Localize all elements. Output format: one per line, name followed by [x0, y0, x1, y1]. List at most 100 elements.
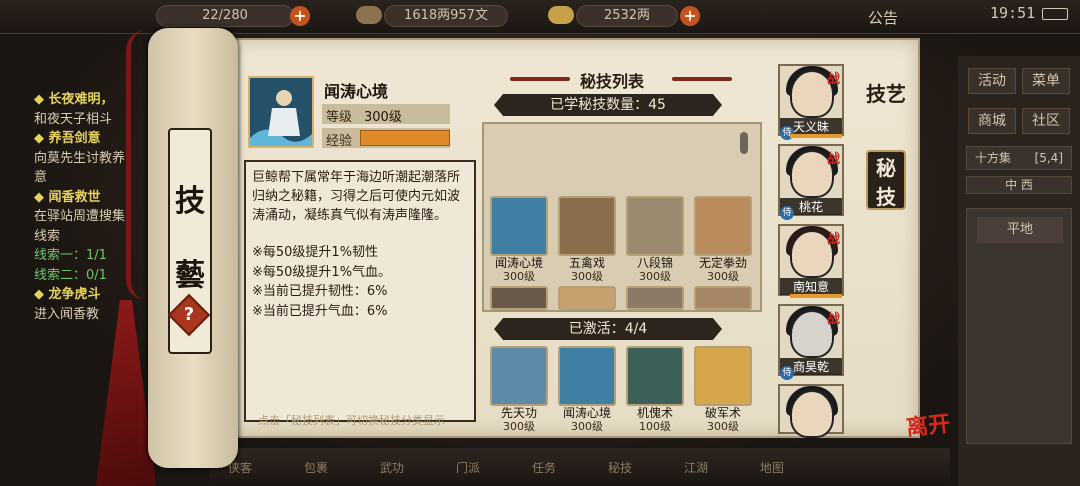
stamina-display: 22/280 [156, 5, 294, 27]
skill-card[interactable]: 八段锦 300级 [624, 196, 686, 283]
character-name: 南知意 [780, 278, 842, 295]
exp-bar [360, 130, 450, 146]
bottom-item[interactable]: 门派 [442, 452, 494, 484]
stamina-value: 22/280 [202, 8, 248, 23]
location-coord: [5,4] [1034, 151, 1063, 165]
secret-list-title[interactable]: 秘技列表 [580, 68, 644, 92]
quest-line: 进入闻香教 [34, 306, 100, 322]
battle-tag: 战 [826, 312, 840, 327]
leave-button[interactable]: 离开 [904, 406, 951, 442]
copper-coin-icon [356, 6, 382, 24]
bonus-line: ※当前已提升气血：6% [252, 303, 388, 319]
active-skill-card[interactable]: 机傀术 100级 [624, 346, 686, 433]
skill-portrait [248, 76, 314, 148]
terrain-label: 平地 [977, 217, 1063, 243]
rank-badge-icon: 侍 [780, 366, 794, 380]
clock: 19:51 [990, 4, 1036, 22]
skill-card-image [490, 346, 548, 406]
title-decoration-left [510, 77, 570, 81]
active-skill-card[interactable]: 闻涛心境 300级 [556, 346, 618, 433]
active-skill-card[interactable]: 先天功 300级 [488, 346, 550, 433]
bottom-item[interactable]: 武功 [366, 452, 418, 484]
skill-card-level: 300级 [639, 270, 671, 283]
skill-card-image [490, 196, 548, 256]
activity-button[interactable]: 活动 [968, 68, 1016, 94]
skill-card-level: 100级 [639, 420, 671, 433]
silver-ingot-icon [548, 6, 574, 24]
skill-card-image [694, 346, 752, 406]
tab-skills[interactable]: 技艺 [866, 78, 906, 132]
scroll-char: 藝 [175, 258, 205, 293]
skill-card-level: 300级 [571, 420, 603, 433]
skill-card-image [558, 196, 616, 256]
bonus-line: ※每50级提升1%韧性 [252, 245, 379, 260]
add-stamina-button[interactable]: + [290, 6, 310, 26]
exp-label: 经验 [326, 134, 353, 149]
skill-description-box: 巨鲸帮下属常年于海边听潮起潮落所归纳之秘籍，习得之后可使内元如波涛涌动，凝练真气… [244, 160, 476, 422]
character-card[interactable]: 战 南知意 [778, 224, 844, 298]
character-face [790, 390, 834, 438]
bottom-item[interactable]: 任务 [518, 452, 570, 484]
scroll-char: 技 [175, 184, 205, 219]
community-button[interactable]: 社区 [1022, 108, 1070, 134]
bottom-item[interactable]: 包裹 [290, 452, 342, 484]
level-value: 300级 [364, 110, 402, 125]
partial-skill-image [626, 286, 684, 310]
tab-secret-skills[interactable]: 秘技 [866, 150, 906, 210]
add-silver-button[interactable]: + [680, 6, 700, 26]
learned-count-banner: 已学秘技数量：45 [494, 94, 722, 116]
shop-button[interactable]: 商城 [968, 108, 1016, 134]
location-bar: 十方集 [5,4] [966, 146, 1072, 170]
skill-card-level: 300级 [503, 420, 535, 433]
partial-skill-image [490, 286, 548, 310]
character-card[interactable]: 战 桃花 侍 [778, 144, 844, 220]
terrain-panel: 平地 [966, 208, 1072, 444]
skill-card-image [558, 346, 616, 406]
level-label: 等级 [326, 110, 353, 125]
skill-card-image [626, 346, 684, 406]
bottom-item[interactable]: 江湖 [670, 452, 722, 484]
compass-bar: 中 西 [966, 176, 1072, 194]
skill-card[interactable]: 闻涛心境 300级 [488, 196, 550, 283]
partial-skill-image [694, 286, 752, 310]
skill-card[interactable]: 无定拳劲 300级 [692, 196, 754, 283]
bottom-item[interactable]: 秘技 [594, 452, 646, 484]
character-card[interactable]: 战 商昊乾 侍 [778, 304, 844, 380]
skill-card-image [626, 196, 684, 256]
ribbon-decoration [126, 30, 146, 300]
bottom-item[interactable]: 地图 [746, 452, 798, 484]
location-name: 十方集 [975, 151, 1012, 165]
silver-display: 2532两 [576, 5, 678, 27]
activated-count-banner: 已激活：4/4 [494, 318, 722, 340]
skill-portrait-art [250, 78, 312, 146]
character-card[interactable]: 战 天义昧 侍 [778, 64, 844, 140]
bonus-line: ※每50级提升1%气血。 [252, 264, 392, 280]
money-display: 1618两957文 [384, 5, 508, 27]
active-skill-card[interactable]: 破军术 300级 [692, 346, 754, 433]
battle-tag: 战 [826, 72, 840, 87]
character-exp-bar [790, 134, 842, 138]
battery-icon [1042, 8, 1068, 20]
money-value: 1618两957文 [404, 8, 488, 23]
list-scrollbar[interactable] [740, 132, 748, 154]
skill-card[interactable]: 五禽戏 300级 [556, 196, 618, 283]
menu-button[interactable]: 菜单 [1022, 68, 1070, 94]
character-exp-bar [790, 294, 842, 298]
silver-value: 2532两 [603, 8, 651, 23]
skill-card-level: 300级 [707, 270, 739, 283]
skill-card-image [694, 196, 752, 256]
battle-tag: 战 [826, 232, 840, 247]
character-card[interactable] [778, 384, 844, 438]
switch-hint: 点击「秘技列表」可切换秘技分类显示 [258, 414, 445, 427]
skill-card-level: 300级 [571, 270, 603, 283]
bonus-line: ※当前已提升韧性：6% [252, 284, 388, 299]
skill-description: 巨鲸帮下属常年于海边听潮起潮落所归纳之秘籍，习得之后可使内元如波涛涌动，凝练真气… [252, 170, 461, 223]
skill-card-level: 300级 [707, 420, 739, 433]
rank-badge-icon: 侍 [780, 206, 794, 220]
help-button[interactable]: ? [174, 300, 204, 330]
notice-button[interactable]: 公告 [868, 7, 898, 28]
battle-tag: 战 [826, 152, 840, 167]
skill-card-level: 300级 [503, 270, 535, 283]
skill-name: 闻涛心境 [324, 82, 389, 101]
partial-skill-image [558, 286, 616, 310]
